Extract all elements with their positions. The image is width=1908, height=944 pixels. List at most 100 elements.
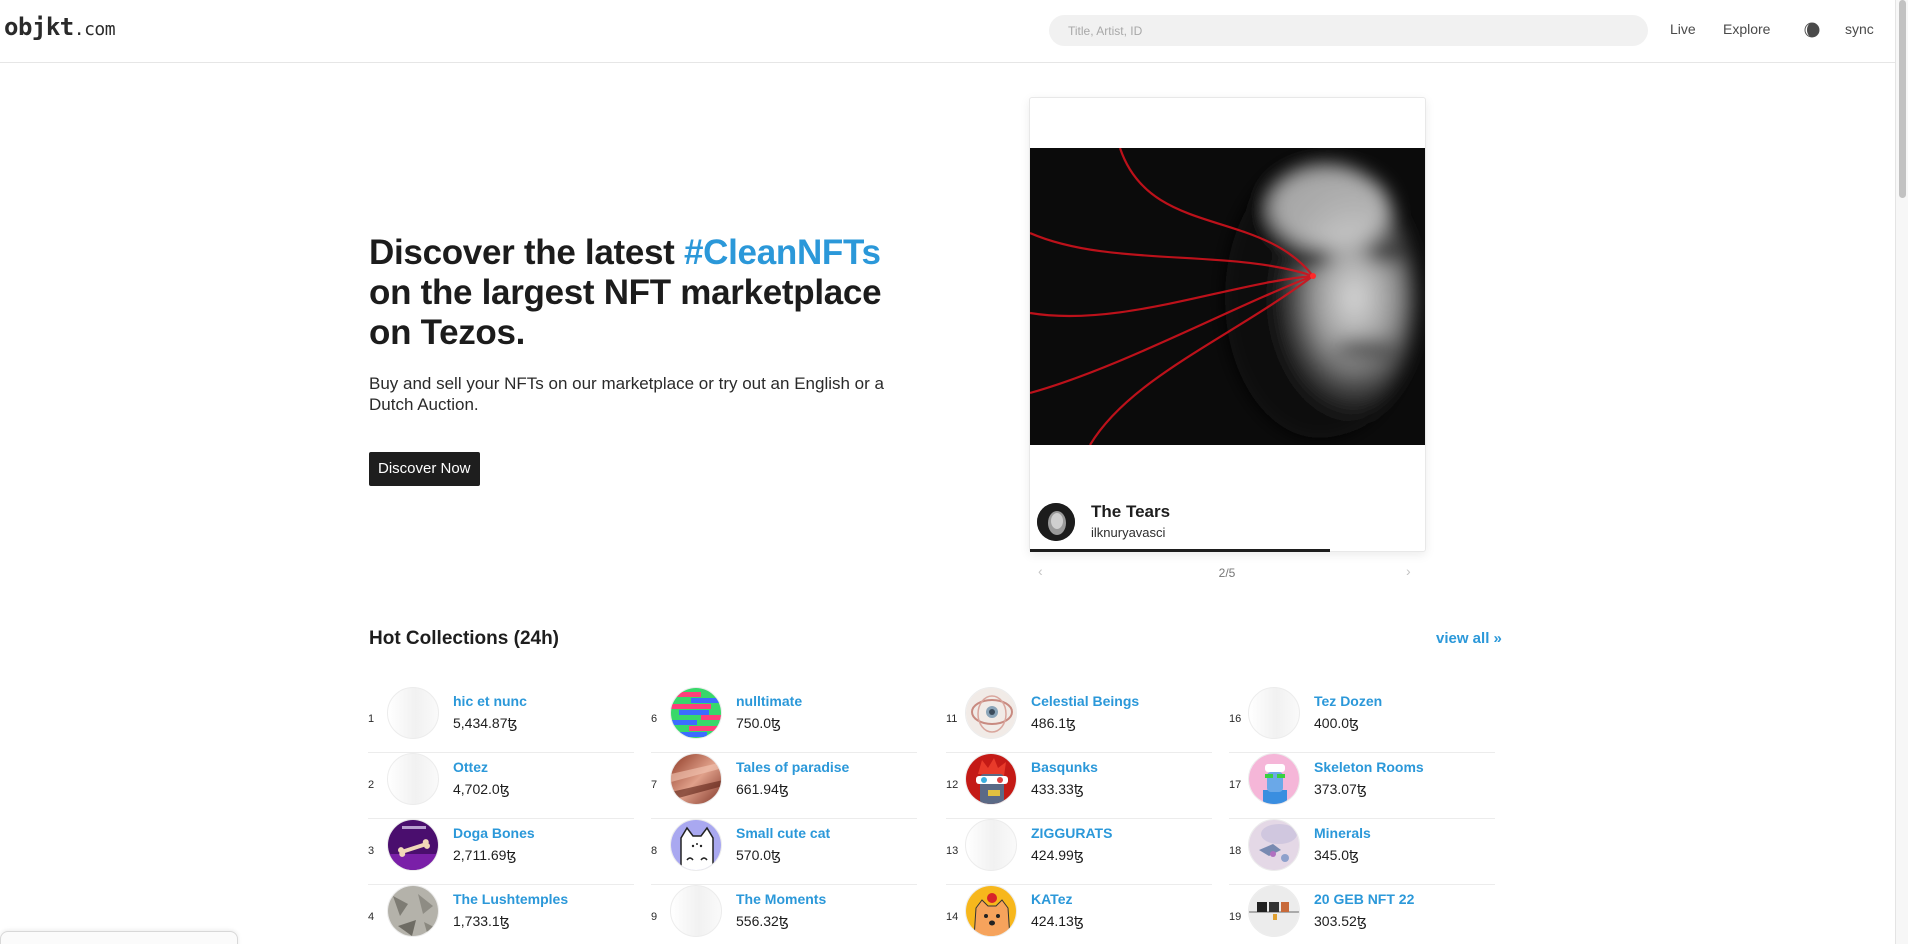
featured-token-title[interactable]: The Tears: [1091, 502, 1170, 522]
collection-thumbnail[interactable]: [387, 687, 439, 739]
collections-column: 6 nulltimate 750.0ꜩ 7 Tales of paradise 661.9…: [651, 687, 917, 944]
collection-row[interactable]: 12 Basqunks 433.33ꜩ: [946, 753, 1212, 819]
collection-row[interactable]: 16 Tez Dozen 400.0ꜩ: [1229, 687, 1495, 753]
collection-row[interactable]: 19 20 GEB NFT 22 303.52ꜩ: [1229, 885, 1495, 944]
collection-thumbnail[interactable]: [1248, 819, 1300, 871]
collections-column: 16 Tez Dozen 400.0ꜩ 17 Skeleton Rooms 373.07ꜩ…: [1229, 687, 1495, 944]
collection-volume-value: 556.32: [736, 913, 779, 929]
collection-rank: 17: [1229, 779, 1242, 791]
tezos-currency-icon: ꜩ: [499, 913, 510, 929]
collection-thumbnail[interactable]: [1248, 753, 1300, 805]
collection-name-link[interactable]: nulltimate: [736, 693, 802, 709]
page-scrollbar[interactable]: [1895, 0, 1908, 944]
collection-name-link[interactable]: 20 GEB NFT 22: [1314, 891, 1414, 907]
collection-thumbnail[interactable]: [1248, 687, 1300, 739]
collection-name-link[interactable]: Skeleton Rooms: [1314, 759, 1424, 775]
collection-row[interactable]: 6 nulltimate 750.0ꜩ: [651, 687, 917, 753]
collection-volume: 556.32ꜩ: [736, 913, 789, 930]
collection-volume: 570.0ꜩ: [736, 847, 781, 864]
tezos-currency-icon: ꜩ: [1073, 847, 1084, 863]
collection-thumbnail[interactable]: [1248, 885, 1300, 937]
collection-volume: 373.07ꜩ: [1314, 781, 1367, 798]
collection-volume-value: 433.33: [1031, 781, 1074, 797]
tezos-currency-icon: ꜩ: [499, 781, 510, 797]
collection-thumbnail[interactable]: [670, 753, 722, 805]
collection-thumbnail[interactable]: [670, 687, 722, 739]
hero-heading: Discover the latest #CleanNFTs on the la…: [369, 233, 929, 353]
collection-thumbnail[interactable]: [670, 885, 722, 937]
collection-name-link[interactable]: The Moments: [736, 891, 826, 907]
collection-thumbnail[interactable]: [965, 819, 1017, 871]
hero-subtitle: Buy and sell your NFTs on our marketplac…: [369, 374, 884, 414]
collection-name-link[interactable]: ZIGGURATS: [1031, 825, 1112, 841]
collection-row[interactable]: 17 Skeleton Rooms 373.07ꜩ: [1229, 753, 1495, 819]
collection-thumbnail[interactable]: [387, 885, 439, 937]
collection-volume-value: 400.0: [1314, 715, 1350, 731]
scrollbar-thumb[interactable]: [1899, 0, 1906, 198]
sync-wallet-link[interactable]: sync: [1845, 21, 1874, 37]
collection-name-link[interactable]: The Lushtemples: [453, 891, 568, 907]
carousel-progress-fill: [1030, 549, 1331, 552]
collection-row[interactable]: 8 Small cute cat 570.0ꜩ: [651, 819, 917, 885]
collection-row[interactable]: 9 The Moments 556.32ꜩ: [651, 885, 917, 944]
theme-toggle-icon[interactable]: [1804, 22, 1820, 38]
collection-row[interactable]: 14 KATez 424.13ꜩ: [946, 885, 1212, 944]
nav-live-link[interactable]: Live: [1670, 21, 1696, 37]
carousel-prev-icon[interactable]: ‹: [1038, 563, 1043, 579]
featured-artwork-image[interactable]: [1030, 148, 1425, 445]
hero-heading-start: Discover the latest: [369, 233, 684, 272]
site-logo[interactable]: objkt.com: [4, 13, 116, 41]
nav-explore-link[interactable]: Explore: [1723, 21, 1770, 37]
collection-row[interactable]: 7 Tales of paradise 661.94ꜩ: [651, 753, 917, 819]
tezos-currency-icon: ꜩ: [507, 715, 518, 731]
collection-row[interactable]: 13 ZIGGURATS 424.99ꜩ: [946, 819, 1212, 885]
featured-artist-name[interactable]: ilknuryavasci: [1091, 525, 1165, 540]
collection-name-link[interactable]: Small cute cat: [736, 825, 830, 841]
tezos-currency-icon: ꜩ: [1349, 715, 1359, 731]
search-input[interactable]: [1049, 15, 1648, 46]
collection-thumbnail[interactable]: [965, 753, 1017, 805]
collection-volume: 5,434.87ꜩ: [453, 715, 517, 732]
collection-name-link[interactable]: KATez: [1031, 891, 1072, 907]
collection-thumbnail[interactable]: [965, 687, 1017, 739]
tezos-currency-icon: ꜩ: [1066, 715, 1076, 731]
collection-rank: 9: [651, 911, 658, 923]
collection-name-link[interactable]: Doga Bones: [453, 825, 535, 841]
collection-name-link[interactable]: Minerals: [1314, 825, 1371, 841]
collection-rank: 18: [1229, 845, 1242, 857]
tezos-currency-icon: ꜩ: [778, 913, 789, 929]
carousel-next-icon[interactable]: ›: [1406, 563, 1411, 579]
collection-volume: 661.94ꜩ: [736, 781, 789, 798]
discover-now-button[interactable]: Discover Now: [369, 452, 480, 486]
collection-rank: 12: [946, 779, 959, 791]
collection-name-link[interactable]: Tez Dozen: [1314, 693, 1382, 709]
collection-thumbnail[interactable]: [670, 819, 722, 871]
collection-row[interactable]: 11 Celestial Beings 486.1ꜩ: [946, 687, 1212, 753]
collection-volume-value: 5,434.87: [453, 715, 508, 731]
collection-name-link[interactable]: hic et nunc: [453, 693, 527, 709]
collection-row[interactable]: 3 Doga Bones 2,711.69ꜩ: [368, 819, 634, 885]
collection-volume-value: 424.99: [1031, 847, 1074, 863]
tezos-currency-icon: ꜩ: [1356, 913, 1367, 929]
artist-avatar[interactable]: [1037, 503, 1075, 541]
collection-row[interactable]: 1 hic et nunc 5,434.87ꜩ: [368, 687, 634, 753]
collection-thumbnail[interactable]: [387, 753, 439, 805]
collection-name-link[interactable]: Ottez: [453, 759, 488, 775]
collection-rank: 14: [946, 911, 959, 923]
collection-row[interactable]: 4 The Lushtemples 1,733.1ꜩ: [368, 885, 634, 944]
collection-name-link[interactable]: Tales of paradise: [736, 759, 849, 775]
tezos-currency-icon: ꜩ: [1349, 847, 1359, 863]
view-all-collections-link[interactable]: view all »: [1436, 630, 1502, 647]
collection-thumbnail[interactable]: [965, 885, 1017, 937]
collection-volume-value: 303.52: [1314, 913, 1357, 929]
collection-name-link[interactable]: Basqunks: [1031, 759, 1098, 775]
featured-token-card[interactable]: The Tears ilknuryavasci: [1029, 97, 1426, 552]
collection-rank: 4: [368, 911, 375, 923]
collection-name-link[interactable]: Celestial Beings: [1031, 693, 1139, 709]
collection-row[interactable]: 2 Ottez 4,702.0ꜩ: [368, 753, 634, 819]
collection-rank: 1: [368, 713, 375, 725]
tezos-currency-icon: ꜩ: [771, 715, 781, 731]
collection-row[interactable]: 18 Minerals 345.0ꜩ: [1229, 819, 1495, 885]
hero-heading-hashtag[interactable]: #CleanNFTs: [684, 233, 881, 272]
collection-thumbnail[interactable]: [387, 819, 439, 871]
